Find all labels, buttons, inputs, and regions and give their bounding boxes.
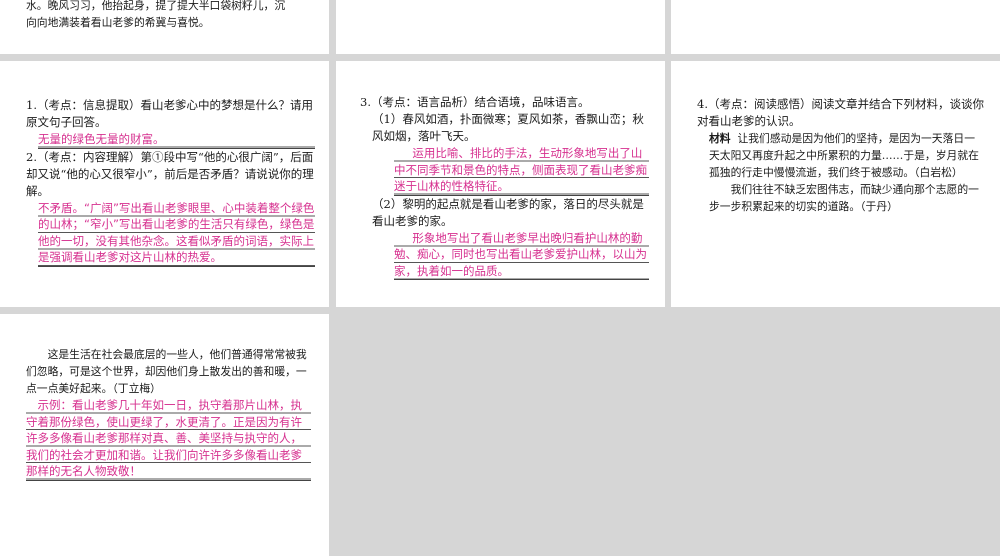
question-3: 3.（考点：语言品析）结合语境，品味语言。 xyxy=(360,95,590,109)
question-2: 2.（考点：内容理解）第①段中写“他的心很广阔”，后面却又说“他的心又很窄小”，… xyxy=(26,149,314,198)
material-text: 让我们感动是因为他们的坚持，是因为一天落日一天太阳又再度升起之中所累积的力量……… xyxy=(709,132,979,179)
answer-3-1: 运用比喻、排比的手法，生动形象地写出了山中不同季节和景色的特点，侧面表现了看山老… xyxy=(394,145,649,196)
question-3-sub-2: （2）黎明的起点就是看山老爹的家，落日的尽头就是看山老爹的家。 xyxy=(372,196,644,228)
passage-line-2: 向向地满装着看山老爹的希冀与喜悦。 xyxy=(26,16,210,29)
passage-line-1: 水。晚风习习，他抬起身，提了提大半口袋树籽儿，沉 xyxy=(26,0,286,12)
answer-4: 示例：看山老爹几十年如一日，执守着那片山林，执守着那份绿色，使山更绿了，水更清了… xyxy=(26,397,311,481)
question-3-panel: 3.（考点：语言品析）结合语境，品味语言。 （1）春风如酒，扑面微寒；夏风如茶，… xyxy=(336,61,665,307)
question-3-sub-1: （1）春风如酒，扑面微寒；夏风如茶，香飘山峦；秋风如烟，落叶飞天。 xyxy=(372,112,644,143)
question-4-panel: 4.（考点：阅读感悟）阅读文章并结合下列材料，谈谈你对看山老爹的认识。 材料 让… xyxy=(671,61,1000,307)
question-1-2-panel: 1.（考点：信息提取）看山老爹心中的梦想是什么？请用原文句子回答。 无量的绿色无… xyxy=(0,61,329,307)
question-4-continued-panel: 这是生活在社会最底层的一些人，他们普通得常常被我们忽略，可是这个世界，却因他们身… xyxy=(0,314,329,556)
question-4: 4.（考点：阅读感悟）阅读文章并结合下列材料，谈谈你对看山老爹的认识。 xyxy=(697,97,984,128)
top-right-panel xyxy=(671,0,1000,54)
top-middle-panel xyxy=(336,0,665,54)
material-label: 材料 xyxy=(709,132,731,145)
top-left-panel: 水。晚风习习，他抬起身，提了提大半口袋树籽儿，沉 向向地满装着看山老爹的希冀与喜… xyxy=(0,0,329,54)
question-1: 1.（考点：信息提取）看山老爹心中的梦想是什么？请用原文句子回答。 xyxy=(26,98,313,129)
answer-2: 不矛盾。“广阔”写出看山老爹眼里、心中装着整个绿色的山林；“窄小”写出看山老爹的… xyxy=(38,199,315,267)
material-text-2: 我们往往不缺乏宏图伟志，而缺少通向那个志愿的一步一步积累起来的切实的道路。（于丹… xyxy=(709,183,979,213)
quote-text: 这是生活在社会最底层的一些人，他们普通得常常被我们忽略，可是这个世界，却因他们身… xyxy=(26,348,307,395)
answer-1: 无量的绿色无量的财富。 xyxy=(38,131,315,149)
material-block: 材料 让我们感动是因为他们的坚持，是因为一天落日一天太阳又再度升起之中所累积的力… xyxy=(697,130,984,181)
bottom-empty-area xyxy=(336,314,1000,556)
answer-3-2: 形象地写出了看山老爹早出晚归看护山林的勤勉、痴心，同时也写出看山老爹爱护山林，以… xyxy=(394,229,649,280)
